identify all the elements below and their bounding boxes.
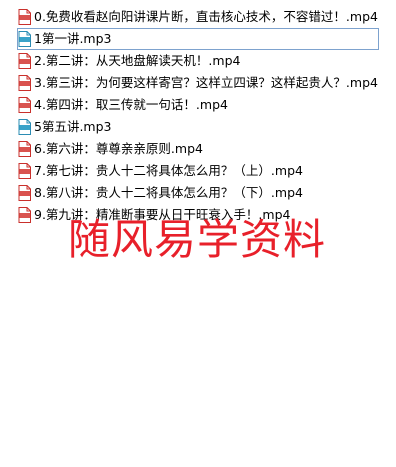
mp4-file-icon <box>18 75 31 91</box>
mp3-file-icon <box>18 31 31 47</box>
mp4-file-icon <box>18 141 31 157</box>
mp4-file-icon <box>18 53 31 69</box>
file-item-8[interactable]: 8.第八讲：贵人十二将具体怎么用？（下）.mp4 <box>17 182 379 204</box>
file-list: 0.免费收看赵向阳讲课片断，直击核心技术，不容错过！.mp4 1第一讲.mp3 … <box>17 6 379 226</box>
file-name: 6.第六讲：尊尊亲亲原则.mp4 <box>34 141 203 156</box>
mp4-file-icon <box>18 163 31 179</box>
mp4-file-icon <box>18 9 31 25</box>
file-item-6[interactable]: 6.第六讲：尊尊亲亲原则.mp4 <box>17 138 379 160</box>
file-name: 0.免费收看赵向阳讲课片断，直击核心技术，不容错过！.mp4 <box>34 9 378 24</box>
watermark-text: 随风易学资料 <box>68 215 327 264</box>
mp3-file-icon <box>18 119 31 135</box>
file-name: 2.第二讲：从天地盘解读天机！.mp4 <box>34 53 241 68</box>
mp4-file-icon <box>18 97 31 113</box>
file-name: 4.第四讲：取三传就一句话！.mp4 <box>34 97 228 112</box>
mp4-file-icon <box>18 207 31 223</box>
file-item-7[interactable]: 7.第七讲：贵人十二将具体怎么用？（上）.mp4 <box>17 160 379 182</box>
file-item-4[interactable]: 4.第四讲：取三传就一句话！.mp4 <box>17 94 379 116</box>
file-name: 3.第三讲：为何要这样寄宫？这样立四课？这样起贵人？.mp4 <box>34 75 378 90</box>
file-name: 1第一讲.mp3 <box>34 31 112 46</box>
file-item-2[interactable]: 2.第二讲：从天地盘解读天机！.mp4 <box>17 50 379 72</box>
file-name: 5第五讲.mp3 <box>34 119 112 134</box>
file-item-0[interactable]: 0.免费收看赵向阳讲课片断，直击核心技术，不容错过！.mp4 <box>17 6 379 28</box>
file-item-3[interactable]: 3.第三讲：为何要这样寄宫？这样立四课？这样起贵人？.mp4 <box>17 72 379 94</box>
file-item-5[interactable]: 5第五讲.mp3 <box>17 116 379 138</box>
mp4-file-icon <box>18 185 31 201</box>
file-item-1[interactable]: 1第一讲.mp3 <box>17 28 379 50</box>
file-name: 7.第七讲：贵人十二将具体怎么用？（上）.mp4 <box>34 163 303 178</box>
file-name: 8.第八讲：贵人十二将具体怎么用？（下）.mp4 <box>34 185 303 200</box>
